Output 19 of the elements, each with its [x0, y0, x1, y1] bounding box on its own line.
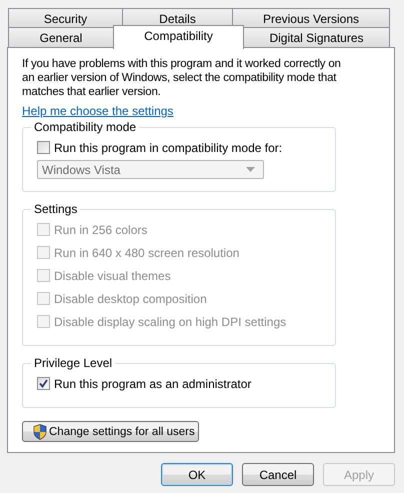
group-title: Compatibility mode [33, 120, 138, 134]
tab[interactable]: General [8, 27, 114, 47]
checkbox-label: Disable display scaling on high DPI settings [54, 314, 286, 328]
dialog-button[interactable]: OK [161, 463, 233, 486]
help-link[interactable]: Help me choose the settings [22, 104, 174, 118]
checkbox-label: Run in 256 colors [54, 222, 148, 236]
tab[interactable]: Compatibility [113, 25, 244, 49]
checkbox-label: Run in 640 x 480 screen resolution [54, 246, 240, 260]
intro-text: If you have problems with this program and it worked correctly on an earlier version of Windows, select the compatibility mode that matches that earlier version. [22, 57, 342, 99]
checkbox-label: Disable visual themes [54, 268, 171, 282]
change-settings-button[interactable]: Change settings for all users [22, 421, 199, 442]
checkbox-label: Run this program as an administrator [54, 376, 252, 390]
checkbox-label: Disable desktop composition [54, 292, 207, 306]
tab[interactable]: Previous Versions [232, 8, 390, 29]
group-title: Settings [33, 202, 78, 216]
tab[interactable]: Digital Signatures [243, 27, 390, 47]
dialog-button[interactable]: Cancel [242, 463, 314, 486]
group-title: Privilege Level [33, 356, 114, 370]
checkbox-label: Run this program in compatibility mode for: [54, 140, 282, 154]
